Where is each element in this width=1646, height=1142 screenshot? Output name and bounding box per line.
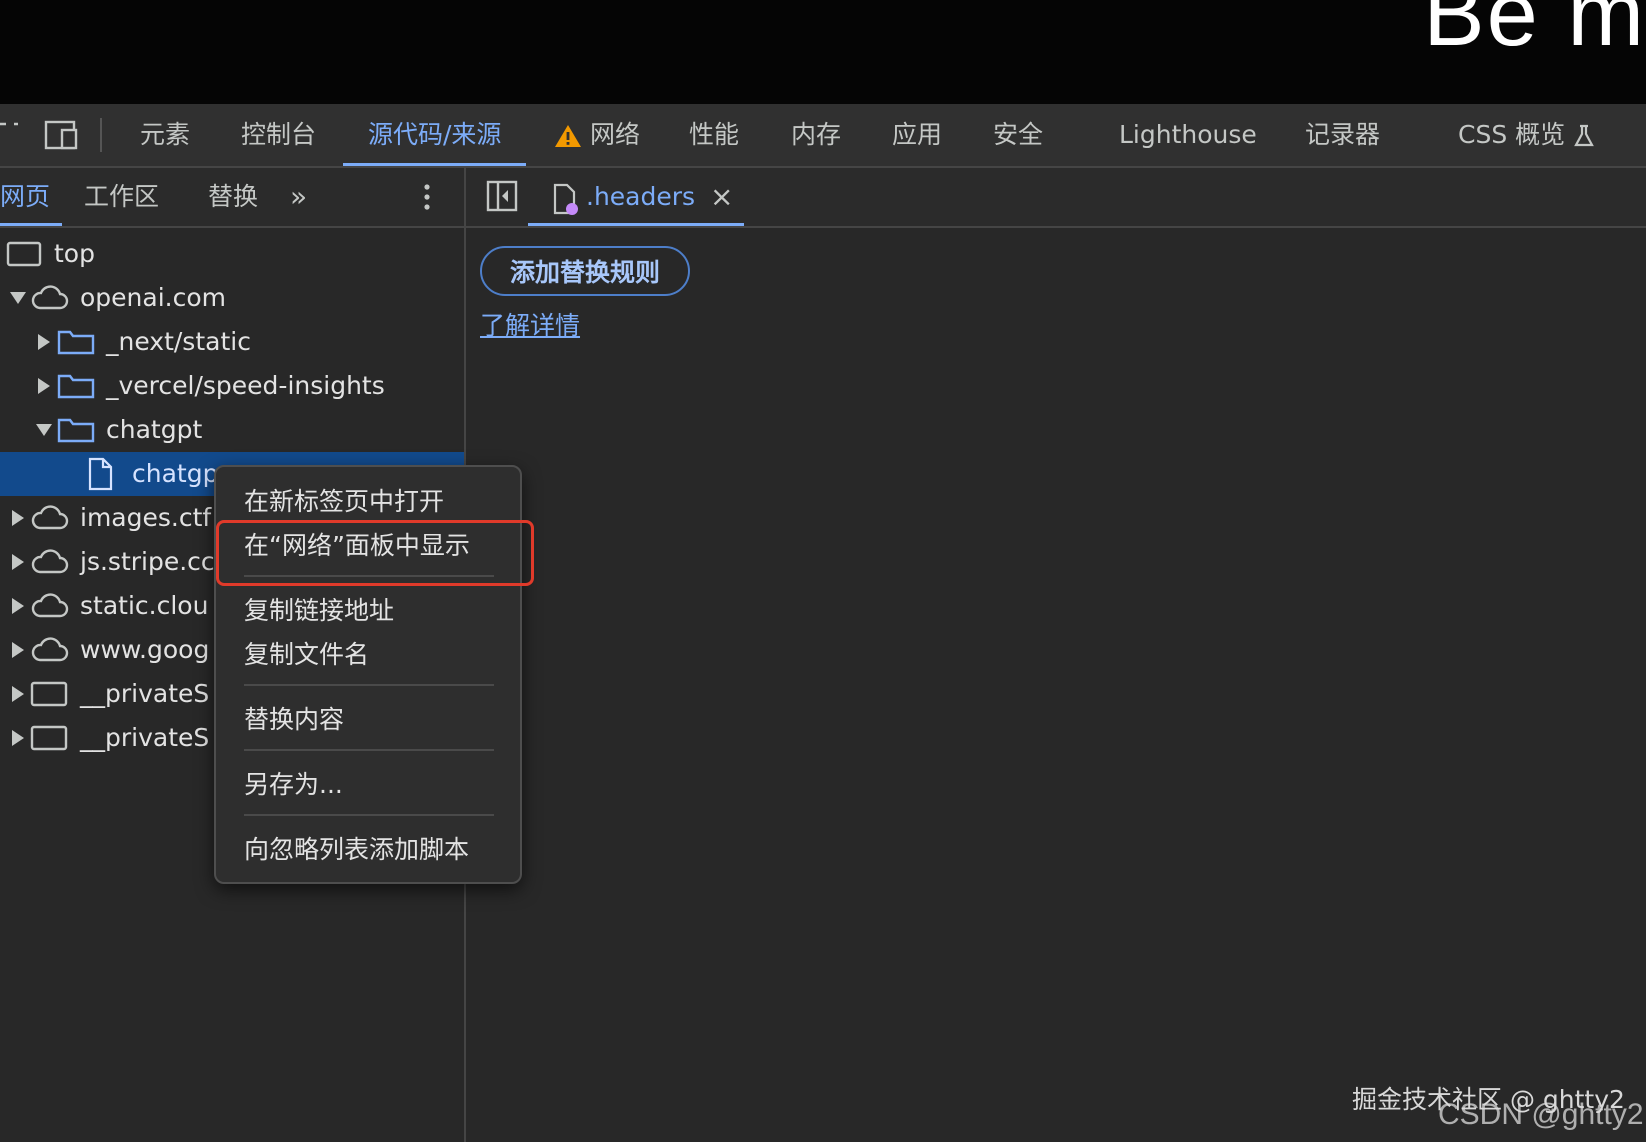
triangle-right-icon[interactable] xyxy=(10,584,26,628)
triangle-down-icon[interactable] xyxy=(36,408,52,452)
toolbar-divider xyxy=(100,118,102,152)
tree-item-next-static[interactable]: _next/static xyxy=(0,320,464,364)
triangle-right-icon[interactable] xyxy=(10,496,26,540)
folder-icon xyxy=(56,320,96,364)
experiment-icon xyxy=(1573,120,1595,149)
tree-item-top[interactable]: top xyxy=(0,232,464,276)
triangle-right-icon[interactable] xyxy=(36,320,52,364)
tab-sources[interactable]: 源代码/来源 xyxy=(343,104,527,166)
highlight-annotation-box xyxy=(216,520,534,586)
menu-item-copy-link[interactable]: 复制链接地址 xyxy=(244,591,394,627)
toggle-sidebar-icon[interactable] xyxy=(486,180,518,216)
subtab-overrides[interactable]: 替换 xyxy=(208,168,258,226)
tab-security[interactable]: 安全 xyxy=(993,104,1043,166)
more-tabs-button[interactable]: » xyxy=(290,168,307,226)
cloud-icon xyxy=(30,584,70,628)
triangle-right-icon[interactable] xyxy=(36,364,52,408)
add-override-rule-button[interactable]: 添加替换规则 xyxy=(480,246,690,296)
triangle-right-icon[interactable] xyxy=(10,672,26,716)
frame-icon xyxy=(6,232,42,276)
triangle-right-icon[interactable] xyxy=(10,540,26,584)
inspect-element-icon[interactable] xyxy=(0,120,20,152)
tab-application[interactable]: 应用 xyxy=(892,104,942,166)
cloud-icon xyxy=(30,496,70,540)
menu-item-override-content[interactable]: 替换内容 xyxy=(244,700,344,736)
device-toolbar-icon[interactable] xyxy=(44,118,80,156)
menu-item-copy-filename[interactable]: 复制文件名 xyxy=(244,635,369,671)
tab-performance[interactable]: 性能 xyxy=(689,104,739,166)
tab-lighthouse[interactable]: Lighthouse xyxy=(1119,104,1257,166)
learn-more-link[interactable]: 了解详情 xyxy=(480,306,580,342)
warning-icon xyxy=(554,120,582,149)
file-icon xyxy=(86,452,116,496)
tree-item-vercel-speed-insights[interactable]: _vercel/speed-insights xyxy=(0,364,464,408)
menu-item-add-to-ignore-list[interactable]: 向忽略列表添加脚本 xyxy=(244,830,469,866)
close-tab-icon[interactable]: × xyxy=(710,168,733,226)
cloud-icon xyxy=(30,540,70,584)
menu-separator xyxy=(244,814,494,816)
csdn-watermark: CSDN @ghtty2 xyxy=(1438,1098,1644,1131)
menu-item-save-as[interactable]: 另存为... xyxy=(244,765,343,801)
triangle-right-icon[interactable] xyxy=(10,628,26,672)
frame-icon xyxy=(30,716,68,760)
devtools-tab-bar: 元素 控制台 源代码/来源 网络 性能 内存 应用 安全 Lighthouse … xyxy=(0,104,1646,168)
menu-separator xyxy=(244,684,494,686)
tab-elements[interactable]: 元素 xyxy=(140,104,190,166)
subtab-workspace[interactable]: 工作区 xyxy=(84,168,159,226)
tab-css-overview[interactable]: CSS 概览 xyxy=(1458,104,1595,166)
tab-recorder[interactable]: 记录器 xyxy=(1305,104,1380,166)
tree-item-openai[interactable]: openai.com xyxy=(0,276,464,320)
frame-icon xyxy=(30,672,68,716)
cloud-icon xyxy=(30,276,70,320)
sources-sub-tab-bar: 网页 工作区 替换 » .headers × xyxy=(0,168,1646,228)
editor-tab-headers[interactable]: .headers × xyxy=(528,168,744,226)
triangle-right-icon[interactable] xyxy=(10,716,26,760)
menu-item-open-new-tab[interactable]: 在新标签页中打开 xyxy=(244,482,444,518)
tree-item-chatgpt-folder[interactable]: chatgpt xyxy=(0,408,464,452)
subtab-page[interactable]: 网页 xyxy=(0,168,62,226)
tab-network[interactable]: 网络 xyxy=(554,104,640,166)
folder-icon xyxy=(56,364,96,408)
menu-separator xyxy=(244,749,494,751)
override-file-icon xyxy=(552,180,582,238)
triangle-down-icon[interactable] xyxy=(10,276,26,320)
tab-memory[interactable]: 内存 xyxy=(791,104,841,166)
kebab-menu-icon[interactable] xyxy=(420,182,434,216)
header-text: Be m xyxy=(1423,0,1646,65)
tab-console[interactable]: 控制台 xyxy=(241,104,316,166)
folder-icon xyxy=(56,408,96,452)
page-header-strip: Be m xyxy=(0,0,1646,104)
cloud-icon xyxy=(30,628,70,672)
